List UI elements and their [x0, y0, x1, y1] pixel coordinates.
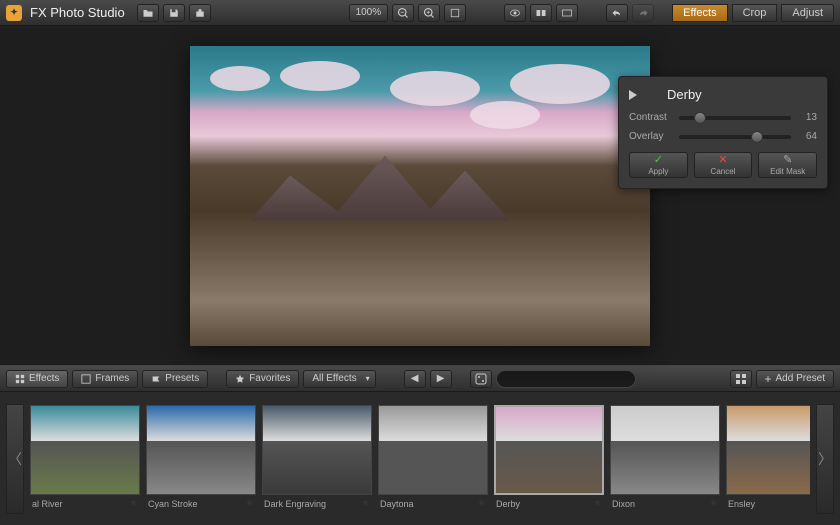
main-area: Derby Contrast 13 Overlay 64 ✓Apply ✕Canc… — [0, 26, 840, 365]
effect-name: Derby — [667, 87, 702, 102]
favorite-star-icon[interactable]: ★ — [477, 498, 486, 509]
mode-tab-crop[interactable]: Crop — [732, 4, 778, 22]
slider-row-overlay: Overlay 64 — [629, 131, 817, 142]
save-button[interactable] — [163, 4, 185, 22]
zoom-out-button[interactable] — [392, 4, 414, 22]
prev-button[interactable]: ◀ — [404, 370, 426, 388]
slider-label: Overlay — [629, 131, 671, 142]
effect-thumb[interactable]: Derby ★ — [494, 405, 604, 512]
tab-presets[interactable]: Presets — [142, 370, 208, 388]
effect-thumb[interactable]: al River ★ — [30, 405, 140, 512]
open-button[interactable] — [137, 4, 159, 22]
random-button[interactable] — [470, 370, 492, 388]
effect-thumb[interactable]: Dark Engraving ★ — [262, 405, 372, 512]
image-canvas[interactable] — [190, 46, 650, 346]
mode-tab-adjust[interactable]: Adjust — [781, 4, 834, 22]
slider-row-contrast: Contrast 13 — [629, 112, 817, 123]
app-title: FX Photo Studio — [30, 5, 125, 20]
tab-frames[interactable]: Frames — [72, 370, 138, 388]
thumb-name: al River — [32, 499, 63, 509]
thumb-name: Cyan Stroke — [148, 499, 198, 509]
favorite-star-icon[interactable]: ★ — [129, 498, 138, 509]
share-button[interactable] — [189, 4, 211, 22]
slider-contrast[interactable] — [679, 116, 791, 120]
edit-mask-button[interactable]: ✎Edit Mask — [758, 152, 817, 178]
slider-value: 64 — [799, 131, 817, 142]
tab-effects[interactable]: Effects — [6, 370, 68, 388]
redo-button[interactable] — [632, 4, 654, 22]
favorite-star-icon[interactable]: ★ — [361, 498, 370, 509]
effect-thumb[interactable]: Daytona ★ — [378, 405, 488, 512]
cancel-button[interactable]: ✕Cancel — [694, 152, 753, 178]
thumb-name: Derby — [496, 499, 520, 509]
grid-view-button[interactable] — [730, 370, 752, 388]
zoom-label[interactable]: 100% — [349, 4, 389, 22]
search-input[interactable] — [509, 373, 641, 384]
apply-button[interactable]: ✓Apply — [629, 152, 688, 178]
effect-thumb[interactable]: Cyan Stroke ★ — [146, 405, 256, 512]
thumb-name: Daytona — [380, 499, 414, 509]
zoom-fit-button[interactable] — [444, 4, 466, 22]
tab-favorites[interactable]: Favorites — [226, 370, 299, 388]
effect-thumb[interactable]: Ensley★ — [726, 405, 810, 512]
bottom-panel: Effects Frames Presets Favorites All Eff… — [0, 365, 840, 525]
mode-tab-effects[interactable]: Effects — [672, 4, 727, 22]
slider-overlay[interactable] — [679, 135, 791, 139]
slider-value: 13 — [799, 112, 817, 123]
thumb-name: Dixon — [612, 499, 635, 509]
effect-thumb[interactable]: Dixon ★ — [610, 405, 720, 512]
favorite-star-icon[interactable]: ★ — [593, 498, 602, 509]
effect-panel: Derby Contrast 13 Overlay 64 ✓Apply ✕Canc… — [618, 76, 828, 189]
favorite-star-icon[interactable]: ★ — [245, 498, 254, 509]
preview-button[interactable] — [504, 4, 526, 22]
scroll-left-button[interactable]: 〈 — [6, 404, 24, 514]
slider-label: Contrast — [629, 112, 671, 123]
thumb-name: Ensley — [728, 499, 755, 509]
filter-dropdown[interactable]: All Effects — [303, 370, 375, 388]
undo-button[interactable] — [606, 4, 628, 22]
favorite-star-icon[interactable]: ★ — [709, 498, 718, 509]
app-logo: ✦ — [6, 5, 22, 21]
zoom-in-button[interactable] — [418, 4, 440, 22]
play-icon[interactable] — [629, 90, 637, 100]
scroll-right-button[interactable]: 〉 — [816, 404, 834, 514]
top-toolbar: ✦ FX Photo Studio 100% Effects Crop Adju… — [0, 0, 840, 26]
filmstrip: 〈 al River ★ Cyan Stroke ★ Dark Engraving ★… — [0, 392, 840, 525]
histogram-button[interactable] — [556, 4, 578, 22]
thumb-name: Dark Engraving — [264, 499, 326, 509]
compare-button[interactable] — [530, 4, 552, 22]
bottom-toolbar: Effects Frames Presets Favorites All Eff… — [0, 366, 840, 392]
add-preset-button[interactable]: +Add Preset — [756, 370, 835, 388]
next-button[interactable]: ▶ — [430, 370, 452, 388]
search-box[interactable] — [496, 370, 636, 388]
